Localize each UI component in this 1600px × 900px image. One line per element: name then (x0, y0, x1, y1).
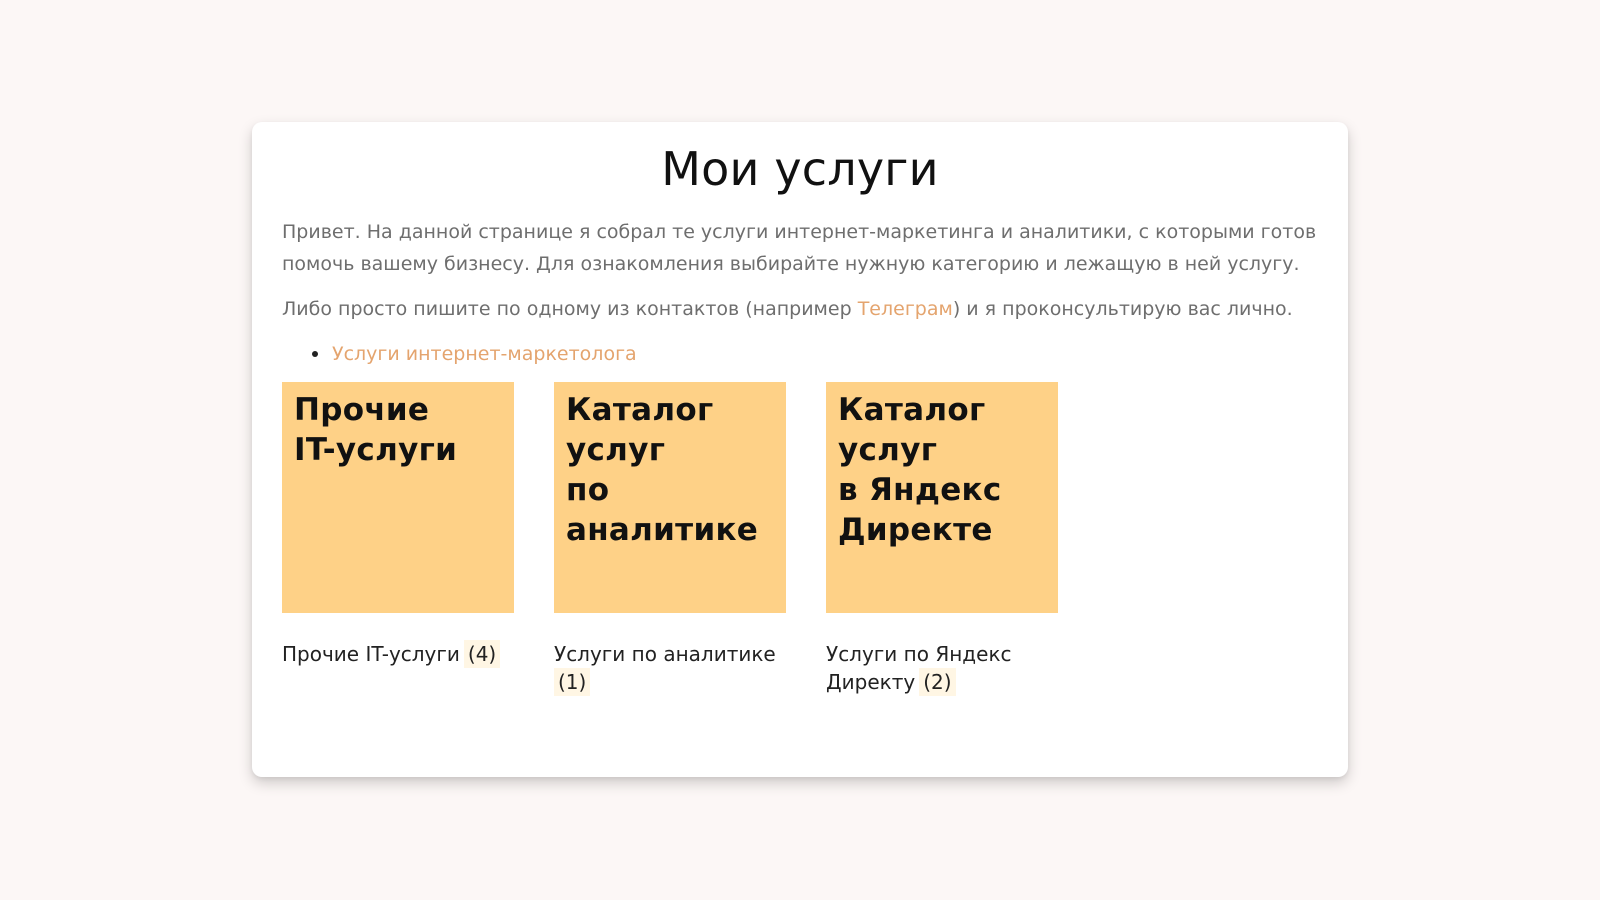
count-badge: (1) (554, 668, 591, 696)
tile-image-other-it[interactable]: Прочие IT-услуги (282, 382, 514, 613)
tile-caption-text[interactable]: Прочие IT-услуги (282, 642, 460, 666)
page-title: Мои услуги (661, 142, 939, 196)
tile-image-text: Каталог услуг в Яндекс Директе (838, 392, 1002, 548)
tile-analytics[interactable]: Каталог услуг по аналитике Услуги по ана… (554, 382, 786, 696)
bullet-icon (312, 351, 318, 357)
contact-paragraph: Либо просто пишите по одному из контакто… (282, 293, 1318, 325)
count-badge: (4) (463, 640, 501, 668)
intro-paragraph: Привет. На данной странице я собрал те у… (282, 221, 1317, 275)
tile-image-analytics[interactable]: Каталог услуг по аналитике (554, 382, 786, 613)
tile-caption-analytics[interactable]: Услуги по аналитике (1) (554, 640, 786, 696)
tile-image-text: Каталог услуг по аналитике (566, 392, 759, 548)
tile-caption-other-it[interactable]: Прочие IT-услуги (4) (282, 640, 514, 668)
category-link-marketing[interactable]: Услуги интернет-маркетолога (332, 343, 637, 365)
tile-caption-text[interactable]: Услуги по аналитике (554, 642, 776, 666)
count-badge: (2) (919, 668, 956, 696)
category-list: Услуги интернет-маркетолога (282, 338, 1318, 370)
services-card: Мои услуги Привет. На данной странице я … (252, 122, 1348, 777)
tile-yandex-direct[interactable]: Каталог услуг в Яндекс Директе Услуги по… (826, 382, 1058, 696)
tile-caption-yandex-direct[interactable]: Услуги по Яндекс Директу (2) (826, 640, 1058, 696)
contact-text-before: Либо просто пишите по одному из контакто… (282, 298, 858, 320)
service-tiles: Прочие IT-услуги Прочие IT-услуги (4) Кат… (282, 382, 1058, 696)
list-item: Услуги интернет-маркетолога (312, 338, 1318, 370)
tile-image-text: Прочие IT-услуги (294, 392, 458, 468)
telegram-link[interactable]: Телеграм (858, 298, 953, 320)
tile-image-yandex-direct[interactable]: Каталог услуг в Яндекс Директе (826, 382, 1058, 613)
tile-other-it[interactable]: Прочие IT-услуги Прочие IT-услуги (4) (282, 382, 514, 696)
contact-text-after: ) и я проконсультирую вас лично. (952, 298, 1293, 320)
